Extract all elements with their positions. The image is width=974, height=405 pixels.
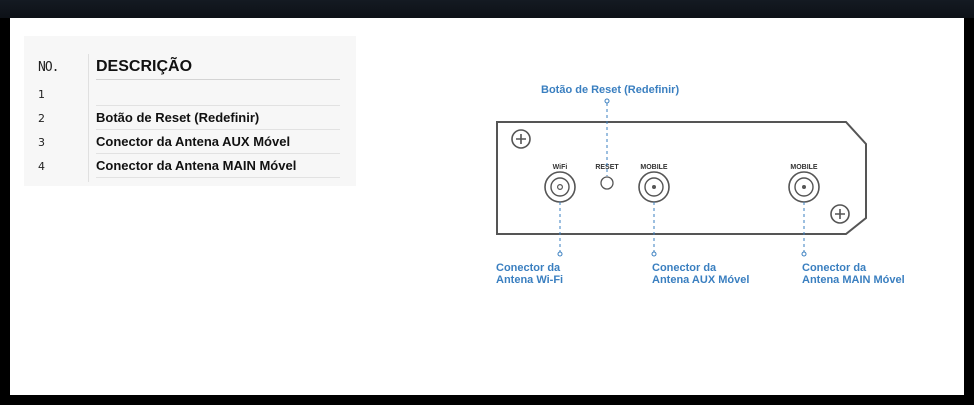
aux-callout: Conector da Antena AUX Móvel — [652, 262, 749, 286]
screw-icon — [511, 129, 531, 149]
wifi-callout-line2: Antena Wi-Fi — [496, 274, 564, 286]
main-callout-line1: Conector da — [802, 262, 867, 274]
main-callout: Conector da Antena MAIN Móvel — [802, 262, 905, 286]
mobile-aux-port-label: MOBILE — [640, 164, 668, 171]
mobile-main-port-label: MOBILE — [790, 164, 818, 171]
wifi-antenna-connector-icon — [544, 171, 576, 203]
main-callout-line2: Antena MAIN Móvel — [802, 274, 905, 286]
aux-callout-line1: Conector da — [652, 262, 717, 274]
screw-icon — [830, 204, 850, 224]
reset-callout: Botão de Reset (Redefinir) — [541, 84, 680, 96]
wifi-callout-line1: Conector da — [496, 262, 561, 274]
router-front-panel-diagram: WiFi RESET MOBILE MOBILE — [496, 98, 867, 257]
reset-button-icon — [600, 176, 614, 190]
wifi-port-label: WiFi — [553, 164, 568, 171]
wifi-callout: Conector da Antena Wi-Fi — [496, 262, 563, 286]
aux-antenna-connector-icon — [638, 171, 670, 203]
main-antenna-connector-icon — [788, 171, 820, 203]
aux-callout-line2: Antena AUX Móvel — [652, 274, 750, 286]
